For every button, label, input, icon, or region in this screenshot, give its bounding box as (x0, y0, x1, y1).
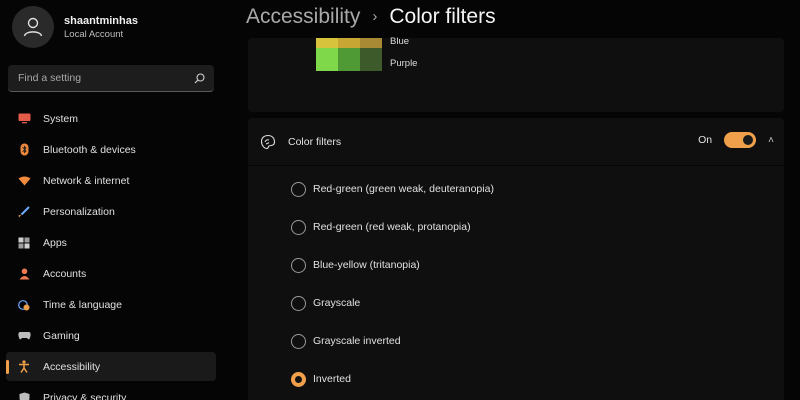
swatch-label-blue: Blue (390, 36, 410, 47)
color-preview-card: Blue Purple (248, 36, 784, 112)
toggle-state-label: On (698, 134, 713, 146)
sidebar-item-accounts[interactable]: Accounts (6, 259, 216, 288)
color-swatch (360, 38, 382, 48)
color-swatch (316, 38, 338, 48)
user-icon (23, 17, 43, 37)
swatch-label-purple: Purple (390, 58, 418, 69)
sidebar-item-bluetooth[interactable]: Bluetooth & devices (6, 135, 216, 164)
color-filters-title: Color filters (288, 135, 342, 148)
breadcrumb-parent-link[interactable]: Accessibility (246, 3, 360, 31)
globe-clock-icon (17, 298, 31, 312)
breadcrumb-separator: › (372, 8, 378, 25)
color-swatch (316, 48, 338, 71)
color-swatch (338, 38, 360, 48)
profile[interactable]: shaantminhas Local Account (12, 6, 138, 48)
sidebar-item-label: Accounts (43, 267, 87, 280)
radio-label: Inverted (313, 373, 351, 385)
radio-button[interactable] (291, 219, 306, 235)
filter-option-protanopia[interactable]: Red-green (red weak, protanopia) (291, 208, 494, 246)
page-title: Color filters (389, 5, 496, 28)
sidebar-item-label: System (43, 112, 79, 125)
filter-option-grayscale-inverted[interactable]: Grayscale inverted (291, 322, 494, 360)
filter-option-deuteranopia[interactable]: Red-green (green weak, deuteranopia) (291, 170, 494, 208)
radio-button[interactable] (291, 181, 306, 197)
swatch-row-1 (316, 38, 382, 48)
radio-button[interactable] (291, 333, 306, 349)
chevron-up-icon[interactable]: ˄ (768, 135, 774, 146)
controller-icon (17, 329, 31, 343)
avatar (12, 6, 54, 48)
accessibility-icon (17, 360, 31, 374)
radio-label: Red-green (green weak, deuteranopia) (313, 183, 494, 195)
color-filters-icon (260, 134, 276, 149)
sidebar-item-label: Bluetooth & devices (43, 143, 136, 156)
filter-option-grayscale[interactable]: Grayscale (291, 284, 494, 322)
color-filters-toggle-area: On ˄ (698, 132, 774, 148)
sidebar-item-label: Network & internet (43, 174, 130, 187)
sidebar-nav: System Bluetooth & devices Network & int… (6, 104, 216, 400)
sidebar-item-personalization[interactable]: Personalization (6, 197, 216, 226)
profile-account-type: Local Account (64, 28, 124, 40)
color-filters-card: Color filters On ˄ Red-green (green weak… (248, 118, 784, 400)
wifi-icon (17, 174, 31, 188)
monitor-icon (17, 112, 31, 126)
search-input[interactable] (18, 72, 178, 84)
filter-option-tritanopia[interactable]: Blue-yellow (tritanopia) (291, 246, 494, 284)
filter-option-inverted[interactable]: Inverted (291, 360, 494, 398)
color-filter-options: Red-green (green weak, deuteranopia) Red… (291, 170, 494, 398)
radio-label: Red-green (red weak, protanopia) (313, 221, 471, 233)
sidebar-item-label: Time & language (43, 298, 122, 311)
sidebar-item-gaming[interactable]: Gaming (6, 321, 216, 350)
shield-icon (17, 391, 31, 400)
radio-label: Grayscale inverted (313, 335, 401, 347)
radio-button[interactable] (291, 295, 306, 311)
bluetooth-icon (17, 143, 31, 157)
person-icon (17, 267, 31, 281)
search-icon[interactable] (194, 72, 205, 84)
color-swatch (338, 48, 360, 71)
profile-name: shaantminhas (64, 14, 138, 27)
color-filters-toggle[interactable] (724, 132, 757, 148)
search-box[interactable] (8, 65, 214, 92)
sidebar-item-privacy[interactable]: Privacy & security (6, 383, 216, 400)
sidebar-item-label: Privacy & security (43, 391, 127, 400)
sidebar-item-accessibility[interactable]: Accessibility (6, 352, 216, 381)
sidebar-item-label: Apps (43, 236, 67, 249)
radio-label: Blue-yellow (tritanopia) (313, 259, 420, 271)
apps-icon (17, 236, 31, 250)
sidebar-item-system[interactable]: System (6, 104, 216, 133)
sidebar-item-label: Accessibility (43, 360, 101, 373)
breadcrumb: Accessibility › Color filters (246, 3, 496, 31)
brush-icon (17, 205, 31, 219)
swatch-row-2 (316, 48, 382, 71)
sidebar-item-apps[interactable]: Apps (6, 228, 216, 257)
sidebar: shaantminhas Local Account System Blueto… (0, 0, 228, 400)
radio-button-selected[interactable] (291, 371, 306, 387)
radio-button[interactable] (291, 257, 306, 273)
sidebar-item-label: Gaming (43, 329, 80, 342)
color-swatch (360, 48, 382, 71)
sidebar-item-network[interactable]: Network & internet (6, 166, 216, 195)
sidebar-item-label: Personalization (43, 205, 115, 218)
radio-label: Grayscale (313, 297, 361, 309)
sidebar-item-time-language[interactable]: Time & language (6, 290, 216, 319)
